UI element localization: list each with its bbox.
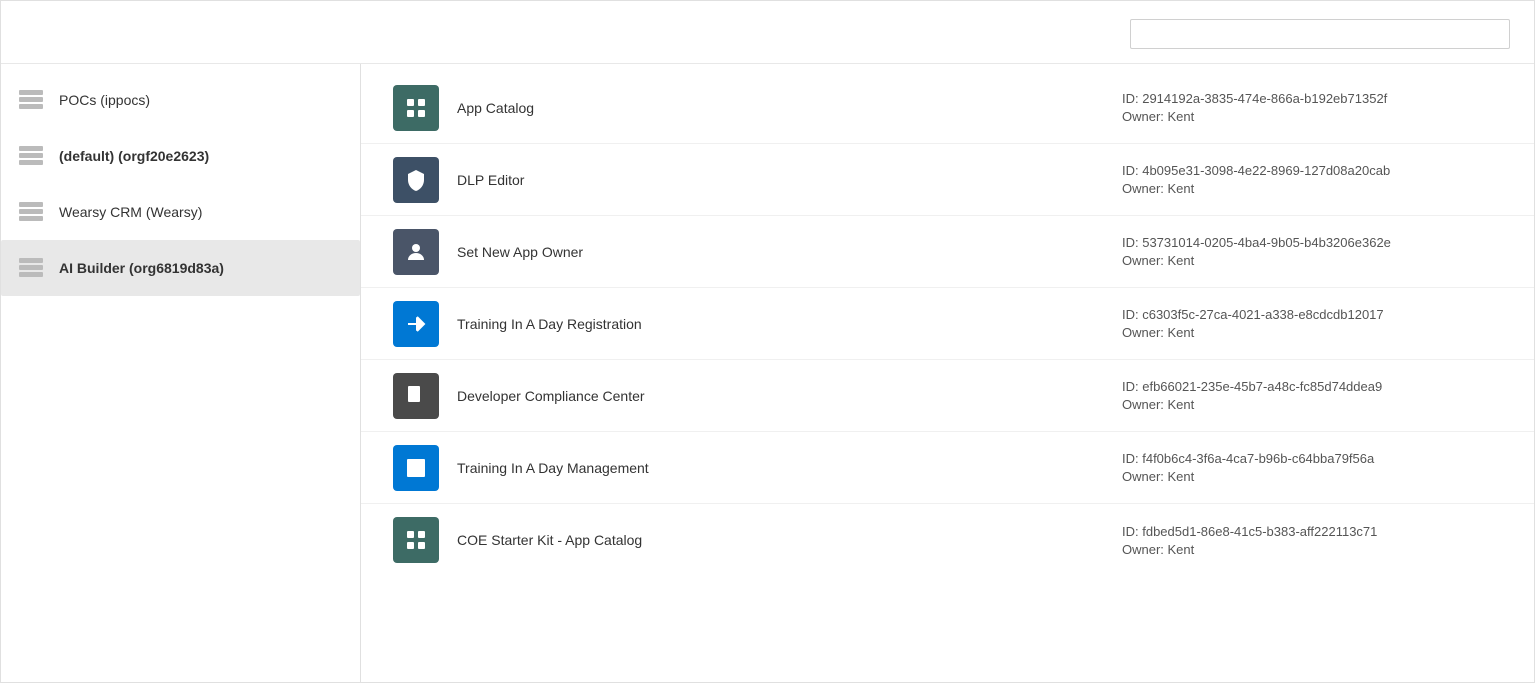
layers-icon (17, 142, 45, 170)
app-row[interactable]: Set New App Owner ID: 53731014-0205-4ba4… (361, 216, 1534, 288)
header (1, 1, 1534, 64)
app-name: App Catalog (457, 100, 1122, 116)
search-container (1130, 19, 1510, 49)
app-meta: ID: f4f0b6c4-3f6a-4ca7-b96b-c64bba79f56a… (1122, 451, 1502, 484)
app-name: Developer Compliance Center (457, 388, 1122, 404)
app-meta: ID: 2914192a-3835-474e-866a-b192eb71352f… (1122, 91, 1502, 124)
page-container: POCs (ippocs) (default) (orgf20e2623) We… (1, 1, 1534, 682)
app-id: ID: c6303f5c-27ca-4021-a338-e8cdcdb12017 (1122, 307, 1502, 322)
app-name: DLP Editor (457, 172, 1122, 188)
app-owner: Owner: Kent (1122, 181, 1502, 196)
sidebar-item-wearsy[interactable]: Wearsy CRM (Wearsy) (1, 184, 360, 240)
app-name: COE Starter Kit - App Catalog (457, 532, 1122, 548)
app-id: ID: 2914192a-3835-474e-866a-b192eb71352f (1122, 91, 1502, 106)
search-input[interactable] (1141, 26, 1493, 42)
app-icon (393, 85, 439, 131)
app-row[interactable]: Developer Compliance Center ID: efb66021… (361, 360, 1534, 432)
app-id: ID: 53731014-0205-4ba4-9b05-b4b3206e362e (1122, 235, 1502, 250)
sidebar-item-label: AI Builder (org6819d83a) (59, 260, 224, 276)
app-meta: ID: 4b095e31-3098-4e22-8969-127d08a20cab… (1122, 163, 1502, 196)
app-owner: Owner: Kent (1122, 325, 1502, 340)
apps-list: App Catalog ID: 2914192a-3835-474e-866a-… (361, 64, 1534, 682)
app-icon (393, 373, 439, 419)
layers-icon (17, 254, 45, 282)
app-meta: ID: c6303f5c-27ca-4021-a338-e8cdcdb12017… (1122, 307, 1502, 340)
app-owner: Owner: Kent (1122, 542, 1502, 557)
app-row[interactable]: DLP Editor ID: 4b095e31-3098-4e22-8969-1… (361, 144, 1534, 216)
layers-icon (17, 86, 45, 114)
app-id: ID: fdbed5d1-86e8-41c5-b383-aff222113c71 (1122, 524, 1502, 539)
app-icon (393, 517, 439, 563)
app-id: ID: f4f0b6c4-3f6a-4ca7-b96b-c64bba79f56a (1122, 451, 1502, 466)
app-owner: Owner: Kent (1122, 469, 1502, 484)
app-meta: ID: fdbed5d1-86e8-41c5-b383-aff222113c71… (1122, 524, 1502, 557)
layers-icon (17, 198, 45, 226)
app-name: Set New App Owner (457, 244, 1122, 260)
app-owner: Owner: Kent (1122, 109, 1502, 124)
app-icon (393, 445, 439, 491)
app-owner: Owner: Kent (1122, 253, 1502, 268)
main-content: POCs (ippocs) (default) (orgf20e2623) We… (1, 64, 1534, 682)
sidebar: POCs (ippocs) (default) (orgf20e2623) We… (1, 64, 361, 682)
app-icon (393, 301, 439, 347)
sidebar-item-default[interactable]: (default) (orgf20e2623) (1, 128, 360, 184)
sidebar-item-aibuilder[interactable]: AI Builder (org6819d83a) (1, 240, 360, 296)
app-row[interactable]: App Catalog ID: 2914192a-3835-474e-866a-… (361, 72, 1534, 144)
sidebar-item-label: (default) (orgf20e2623) (59, 148, 209, 164)
app-name: Training In A Day Management (457, 460, 1122, 476)
app-row[interactable]: Training In A Day Registration ID: c6303… (361, 288, 1534, 360)
app-id: ID: 4b095e31-3098-4e22-8969-127d08a20cab (1122, 163, 1502, 178)
app-row[interactable]: COE Starter Kit - App Catalog ID: fdbed5… (361, 504, 1534, 576)
app-owner: Owner: Kent (1122, 397, 1502, 412)
sidebar-item-label: Wearsy CRM (Wearsy) (59, 204, 202, 220)
app-meta: ID: efb66021-235e-45b7-a48c-fc85d74ddea9… (1122, 379, 1502, 412)
app-icon (393, 229, 439, 275)
app-name: Training In A Day Registration (457, 316, 1122, 332)
sidebar-item-pocs[interactable]: POCs (ippocs) (1, 72, 360, 128)
sidebar-item-label: POCs (ippocs) (59, 92, 150, 108)
app-icon (393, 157, 439, 203)
app-id: ID: efb66021-235e-45b7-a48c-fc85d74ddea9 (1122, 379, 1502, 394)
app-row[interactable]: Training In A Day Management ID: f4f0b6c… (361, 432, 1534, 504)
app-meta: ID: 53731014-0205-4ba4-9b05-b4b3206e362e… (1122, 235, 1502, 268)
